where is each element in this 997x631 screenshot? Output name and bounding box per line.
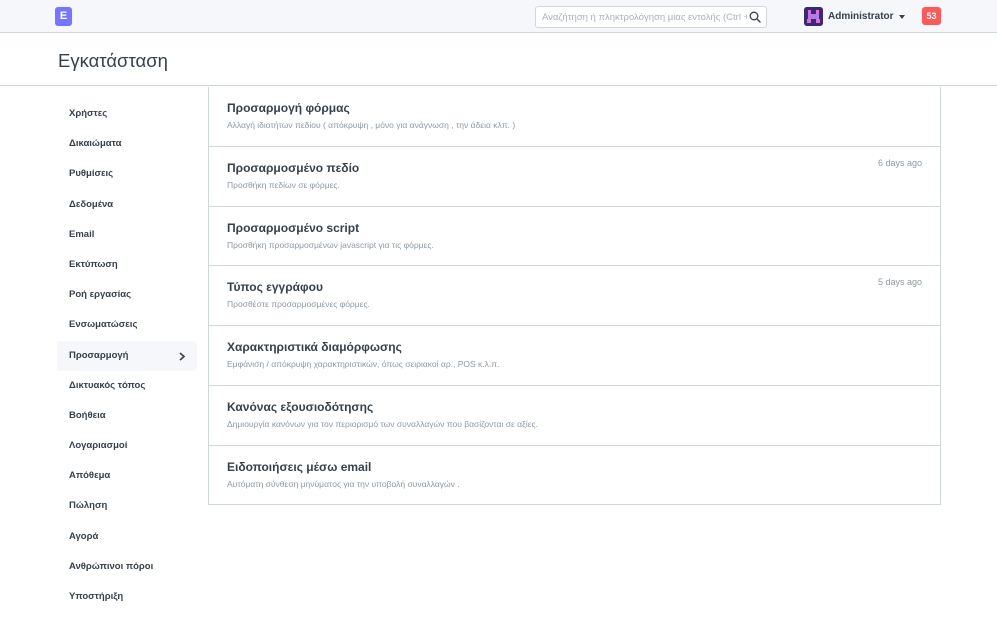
sidebar-item[interactable]: Πώληση	[57, 491, 197, 521]
chevron-right-icon	[179, 351, 185, 361]
navbar: E Administrator 53	[0, 0, 997, 33]
module-card[interactable]: Κανόνας εξουσιοδότησης Δημιουργία κανόνων…	[209, 386, 940, 446]
caret-down-icon	[898, 14, 905, 19]
card-description: Εμφάνιση / απόκρυψη χαρακτηριστικών, όπω…	[227, 359, 500, 370]
page-header: Εγκατάσταση	[0, 33, 997, 86]
sidebar-item-label: Βοήθεια	[69, 409, 106, 421]
search-bar	[535, 6, 767, 28]
sidebar-item-label: Προσαρμογή	[69, 349, 129, 361]
card-description: Αυτόματη σύνθεση μηνύματος για την υποβο…	[227, 478, 460, 489]
sidebar-item[interactable]: Βοήθεια	[57, 401, 197, 431]
card-title[interactable]: Τύπος εγγράφου	[227, 280, 323, 294]
page-title: Εγκατάσταση	[58, 50, 168, 71]
sidebar-item-label: Απόθεμα	[69, 470, 111, 482]
sidebar: Χρήστες Δικαιώματα Ρυθμίσεις Δεδομένα Email Ε…	[57, 99, 197, 612]
sidebar-item[interactable]: Εκτύπωση	[57, 250, 197, 280]
sidebar-item[interactable]: Χρήστες	[57, 99, 197, 129]
search-icon[interactable]	[748, 10, 762, 24]
user-name: Administrator	[828, 11, 894, 22]
sidebar-item-label: Δεδομένα	[69, 198, 114, 210]
sidebar-item[interactable]: Ανθρώπινοι πόροι	[57, 552, 197, 582]
sidebar-item-label: Ρυθμίσεις	[69, 168, 114, 180]
sidebar-item-label: Δικτυακός τόπος	[69, 379, 146, 391]
sidebar-item[interactable]: Λογαριασμοί	[57, 431, 197, 461]
sidebar-item-label: Εκτύπωση	[69, 258, 118, 270]
sidebar-item[interactable]: Email	[57, 220, 197, 250]
sidebar-item-label: Ενσωματώσεις	[69, 319, 138, 331]
card-title[interactable]: Κανόνας εξουσιοδότησης	[227, 400, 373, 414]
sidebar-item[interactable]: Αγορά	[57, 522, 197, 552]
module-card[interactable]: Προσαρμοσμένο script Προσθήκη προσαρμοσμέ…	[209, 207, 940, 267]
card-description: Αλλαγή ιδιοτήτων πεδίου ( απόκρυψη , μόν…	[227, 120, 516, 130]
card-description: Προσθέστε προσαρμοσμένες φόρμες.	[227, 299, 370, 310]
sidebar-item[interactable]: Υποστήριξη	[57, 582, 197, 612]
sidebar-item-label: Δικαιώματα	[69, 138, 122, 150]
module-card[interactable]: Τύπος εγγράφου Προσθέστε προσαρμοσμένες φ…	[209, 266, 940, 327]
sidebar-item-label: Ανθρώπινοι πόροι	[69, 560, 154, 572]
sidebar-item[interactable]: Απόθεμα	[57, 461, 197, 491]
module-card[interactable]: Ειδοποιήσεις μέσω email Αυτόματη σύνθεση …	[209, 446, 940, 506]
module-card[interactable]: Προσαρμογή φόρμας Αλλαγή ιδιοτήτων πεδίου…	[209, 87, 940, 147]
card-title[interactable]: Προσαρμογή φόρμας	[227, 101, 350, 115]
module-list: Προσαρμογή φόρμας Αλλαγή ιδιοτήτων πεδίου…	[208, 87, 941, 505]
card-timestamp: 5 days ago	[877, 277, 922, 288]
module-card[interactable]: Προσαρμοσμένο πεδίο Προσθήκη πεδίων σε φό…	[209, 147, 940, 207]
sidebar-item[interactable]: Δικαιώματα	[57, 129, 197, 159]
sidebar-item[interactable]: Προσαρμογή	[57, 340, 197, 371]
card-description: Δημιουργία κανόνων για τον περιορισμό τω…	[227, 418, 538, 429]
module-card[interactable]: Χαρακτηριστικά διαμόρφωσης Εμφάνιση / από…	[209, 326, 940, 386]
card-title[interactable]: Προσαρμοσμένο script	[227, 221, 359, 235]
sidebar-item-label: Αγορά	[69, 530, 99, 542]
sidebar-item-label: Email	[69, 228, 95, 240]
sidebar-item[interactable]: Ενσωματώσεις	[57, 310, 197, 340]
card-title[interactable]: Ειδοποιήσεις μέσω email	[227, 460, 371, 474]
sidebar-item-label: Χρήστες	[69, 108, 108, 119]
sidebar-item[interactable]: Ρυθμίσεις	[57, 159, 197, 189]
card-title[interactable]: Χαρακτηριστικά διαμόρφωσης	[227, 340, 402, 354]
search-input[interactable]	[542, 7, 747, 27]
app-logo[interactable]: E	[55, 7, 72, 26]
notification-badge[interactable]: 53	[922, 7, 941, 25]
sidebar-item[interactable]: Δεδομένα	[57, 190, 197, 220]
sidebar-item-label: Υποστήριξη	[69, 591, 124, 602]
sidebar-item[interactable]: Ροή εργασίας	[57, 280, 197, 310]
card-title[interactable]: Προσαρμοσμένο πεδίο	[227, 161, 359, 175]
sidebar-item-label: Ροή εργασίας	[69, 289, 132, 301]
sidebar-item-label: Πώληση	[69, 500, 108, 512]
user-menu[interactable]: Administrator	[804, 7, 905, 26]
card-description: Προσθήκη προσαρμοσμένων javascript για τ…	[227, 239, 434, 250]
sidebar-item-label: Λογαριασμοί	[69, 440, 128, 452]
card-description: Προσθήκη πεδίων σε φόρμες.	[227, 179, 340, 190]
user-avatar	[804, 7, 823, 26]
sidebar-item[interactable]: Δικτυακός τόπος	[57, 371, 197, 401]
card-timestamp: 6 days ago	[877, 157, 922, 168]
